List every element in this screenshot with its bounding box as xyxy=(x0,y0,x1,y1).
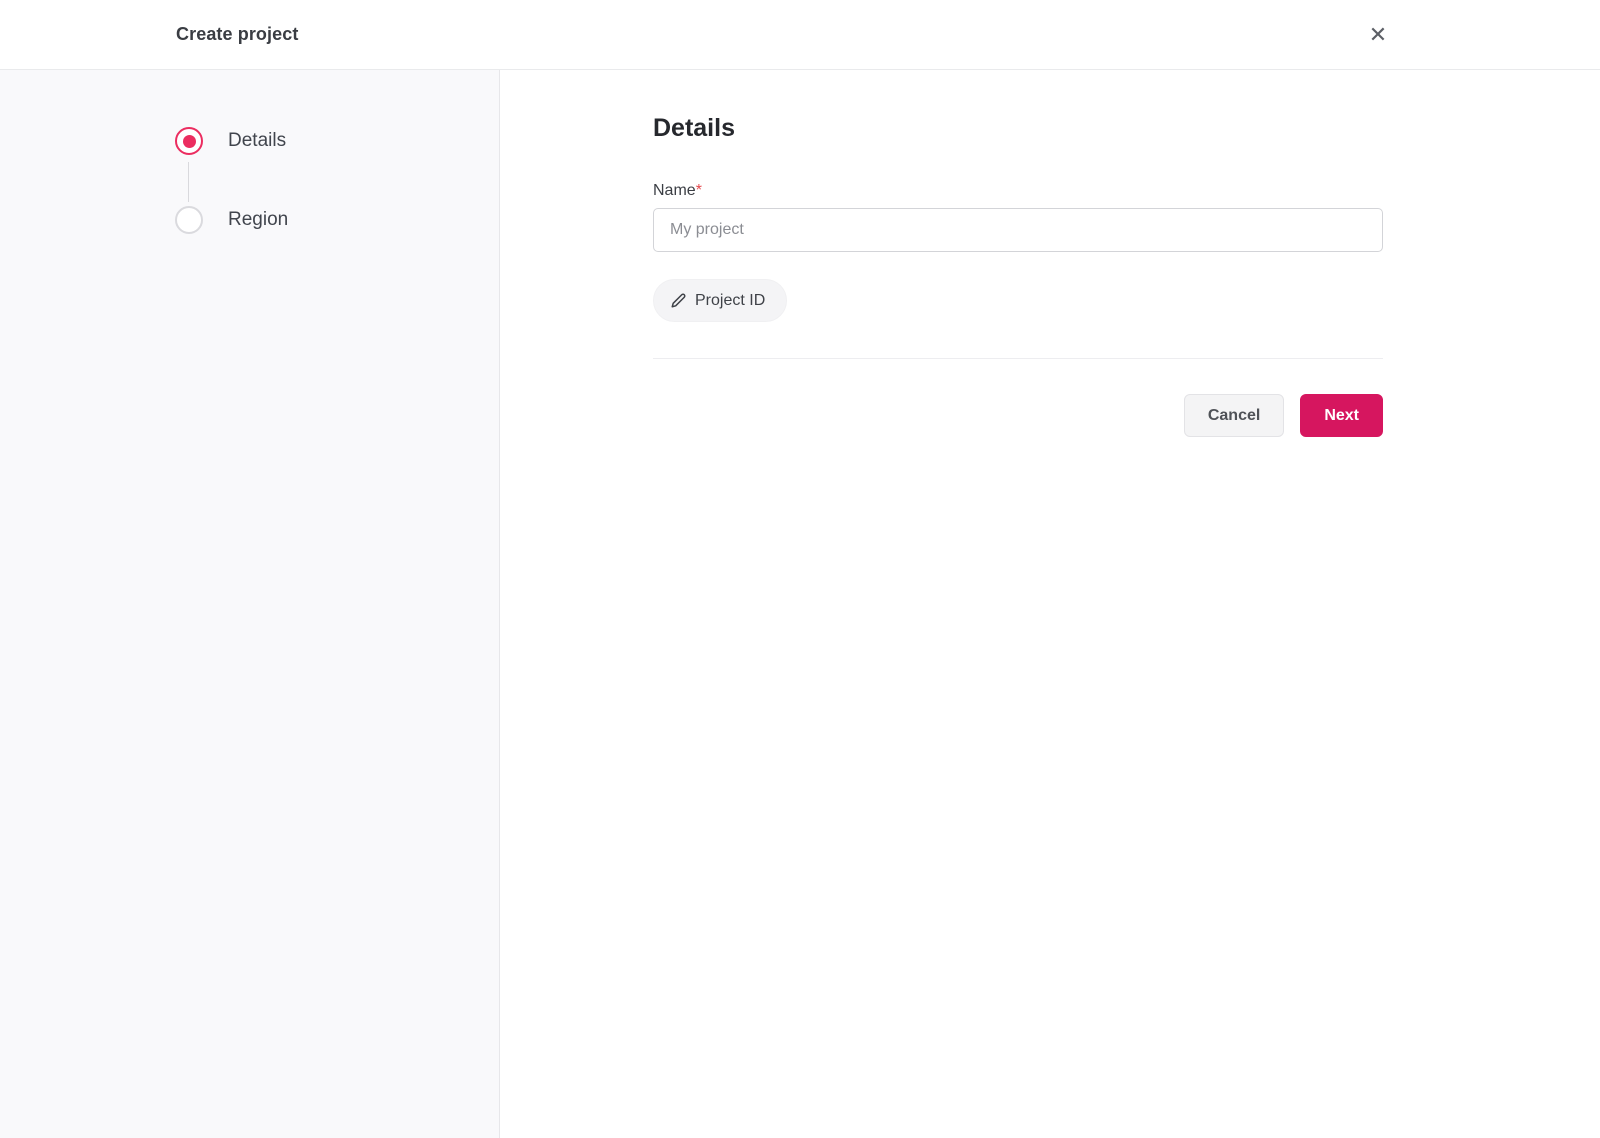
step-details-radio[interactable] xyxy=(175,127,203,155)
next-button[interactable]: Next xyxy=(1300,394,1383,437)
project-id-button[interactable]: Project ID xyxy=(653,279,788,322)
step-details-label: Details xyxy=(228,130,287,151)
name-label-text: Name xyxy=(653,182,696,199)
section-heading: Details xyxy=(653,114,735,142)
content-divider xyxy=(653,358,1383,359)
project-id-button-label: Project ID xyxy=(695,291,766,309)
pencil-icon xyxy=(671,293,686,308)
required-asterisk: * xyxy=(695,182,702,199)
modal-header: Create project ✕ xyxy=(0,0,1600,70)
active-step-dot-icon xyxy=(182,134,196,148)
step-region-radio[interactable] xyxy=(175,206,203,234)
project-name-input[interactable] xyxy=(653,208,1383,252)
cancel-button[interactable]: Cancel xyxy=(1183,394,1285,437)
action-bar: Cancel Next xyxy=(653,394,1383,437)
page-title: Create project xyxy=(176,24,299,44)
step-region-label: Region xyxy=(228,209,289,230)
name-field-label: Name* xyxy=(653,182,702,200)
step-connector-line xyxy=(188,162,189,202)
close-icon[interactable]: ✕ xyxy=(1362,19,1394,51)
stepper-sidebar: Details Region xyxy=(0,70,500,1138)
